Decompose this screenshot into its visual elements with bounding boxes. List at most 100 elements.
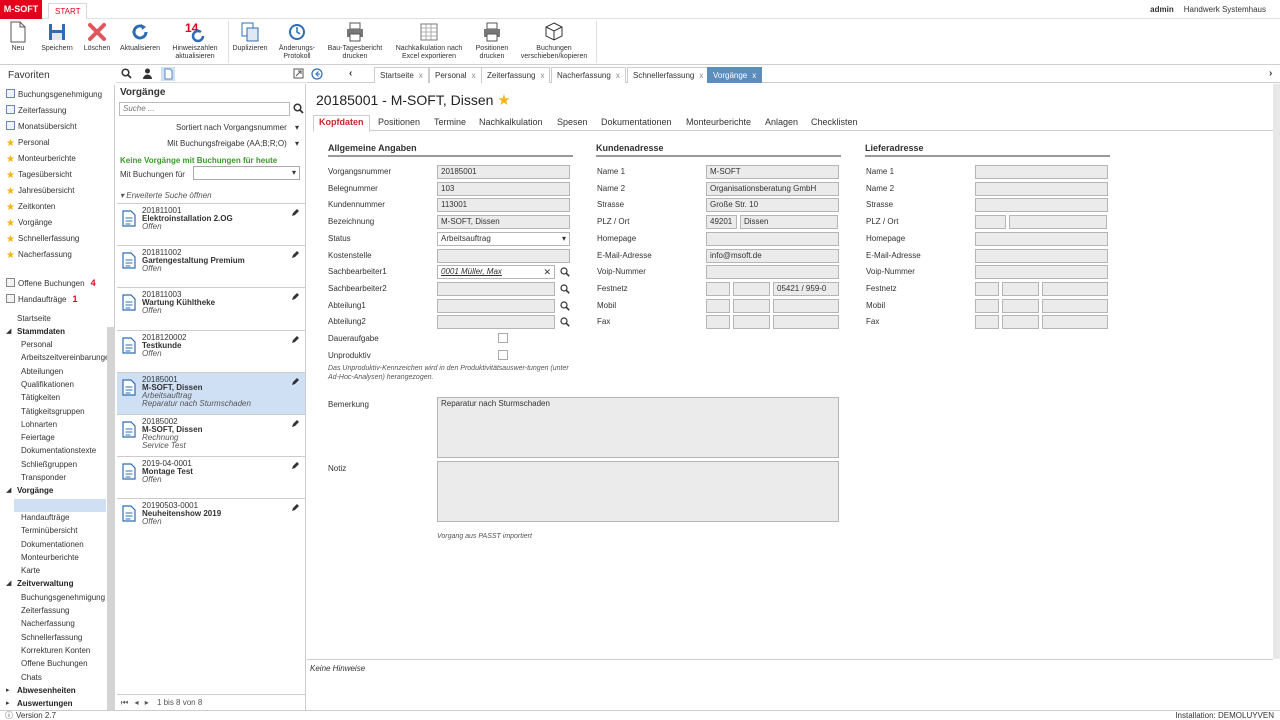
field-voip[interactable] xyxy=(706,265,839,280)
start-ribbon-tab[interactable]: START xyxy=(48,3,88,19)
refresh-button[interactable]: Aktualisieren xyxy=(116,21,164,63)
list-item[interactable]: 2019-04-0001 Montage Test Offen xyxy=(117,456,305,498)
mobil-country-field[interactable] xyxy=(706,298,730,313)
fest-country-field[interactable] xyxy=(706,281,730,296)
tree-group-auswertungen[interactable]: Auswertungen xyxy=(17,697,73,710)
favorite-item[interactable]: Offene Buchungen 4 xyxy=(6,276,96,290)
tree-item[interactable]: Korrekturen Konten xyxy=(21,644,90,657)
fax-country-field[interactable] xyxy=(975,315,999,330)
search-button-icon[interactable] xyxy=(293,103,304,116)
duplicate-button[interactable]: Duplizieren xyxy=(230,21,270,63)
list-item[interactable]: 201811001 Elektroinstallation 2.OG Offen xyxy=(117,203,305,245)
mobil-number-field[interactable] xyxy=(773,298,839,313)
subtab-kopfdaten[interactable]: Kopfdaten xyxy=(313,115,370,132)
unproduktiv-checkbox[interactable] xyxy=(498,350,508,360)
field-str[interactable]: Große Str. 10 xyxy=(706,198,839,213)
search-icon[interactable] xyxy=(560,267,570,279)
mobil-area-field[interactable] xyxy=(1002,298,1039,313)
person-filter-icon[interactable] xyxy=(142,68,153,81)
field-kunde[interactable]: 113001 xyxy=(437,198,570,213)
tab-scroll-right-icon[interactable]: › xyxy=(1269,68,1272,79)
save-button[interactable]: Speichern xyxy=(38,21,76,63)
field-name1[interactable] xyxy=(975,165,1108,179)
close-icon[interactable]: x xyxy=(419,71,423,80)
edit-pencil-icon[interactable] xyxy=(291,419,299,430)
field-str[interactable] xyxy=(975,198,1108,213)
tree-item[interactable]: Schnellerfassung xyxy=(21,631,82,644)
tree-item[interactable]: Lohnarten xyxy=(21,418,57,431)
list-item[interactable]: 20185002 M-SOFT, Dissen Rechnung Service Te… xyxy=(117,414,305,456)
tree-expand-icon[interactable]: ◢ xyxy=(6,577,11,590)
bemerkung-textarea[interactable]: Reparatur nach Sturmschaden xyxy=(437,397,839,458)
favorite-item[interactable]: Handaufträge 1 xyxy=(6,292,78,306)
subtab-checklisten[interactable]: Checklisten xyxy=(811,116,858,131)
user-name[interactable]: admin xyxy=(1150,5,1174,14)
plz-field[interactable]: 49201 xyxy=(706,215,737,230)
field-name2[interactable] xyxy=(975,181,1108,196)
favorite-item[interactable]: ★ Zeitkonten xyxy=(6,200,55,214)
field-name2[interactable]: Organisationsberatung GmbH xyxy=(706,181,839,196)
field-home[interactable] xyxy=(706,231,839,246)
prev-page-icon[interactable]: ◂ xyxy=(134,698,138,707)
close-icon[interactable]: x xyxy=(472,71,476,80)
search-input[interactable]: Suche ... xyxy=(119,102,290,116)
subtab-dokumentationen[interactable]: Dokumentationen xyxy=(601,116,672,131)
tab-nacherfassung[interactable]: Nacherfassung x xyxy=(551,67,626,83)
daueraufgabe-checkbox[interactable] xyxy=(498,333,508,343)
tree-item-startseite[interactable]: Startseite xyxy=(17,312,51,325)
tree-expand-icon[interactable]: ◢ xyxy=(6,325,11,338)
tree-group-abwesenheiten[interactable]: Abwesenheiten xyxy=(17,684,76,697)
favorite-star-icon[interactable]: ★ xyxy=(497,92,510,109)
field-email[interactable]: info@msoft.de xyxy=(706,248,839,263)
fest-number-field[interactable]: 05421 / 959-0 xyxy=(773,281,839,296)
mobil-country-field[interactable] xyxy=(975,298,999,313)
favorite-item[interactable]: ★ Vorgänge xyxy=(6,216,52,230)
first-page-icon[interactable]: ⏮ xyxy=(121,698,128,707)
list-item[interactable]: 2018120002 Testkunde Offen xyxy=(117,329,305,372)
tab-personal[interactable]: Personal x xyxy=(429,67,482,83)
close-icon[interactable]: x xyxy=(616,71,620,80)
main-scrollbar[interactable] xyxy=(1273,84,1280,659)
edit-pencil-icon[interactable] xyxy=(291,208,299,219)
mobil-area-field[interactable] xyxy=(733,298,770,313)
ort-field[interactable]: Dissen xyxy=(740,215,838,230)
field-beleg[interactable]: 103 xyxy=(437,181,570,196)
tab-startseite[interactable]: Startseite x xyxy=(374,67,429,83)
tree-item[interactable]: Karte xyxy=(21,564,40,577)
ort-field[interactable] xyxy=(1009,215,1107,230)
bookings-for-select[interactable]: ▾ xyxy=(193,166,300,180)
close-icon[interactable]: x xyxy=(540,71,544,80)
next-page-icon[interactable]: ▸ xyxy=(145,698,149,707)
change-log-button[interactable]: Änderungs-Protokoll xyxy=(274,21,320,63)
tree-item[interactable]: Handaufträge xyxy=(21,511,69,524)
list-item[interactable]: 20185001 M-SOFT, Dissen Arbeitsauftrag Repa… xyxy=(117,371,305,414)
print-positions-button[interactable]: Positionen drucken xyxy=(472,21,512,63)
tree-item[interactable]: Transponder xyxy=(21,471,66,484)
close-icon[interactable]: x xyxy=(699,71,703,80)
fest-number-field[interactable] xyxy=(1042,281,1108,296)
field-sb2[interactable] xyxy=(437,281,555,296)
field-abt2[interactable] xyxy=(437,315,555,330)
field-name1[interactable]: M-SOFT xyxy=(706,165,839,179)
favorite-item[interactable]: Monatsübersicht xyxy=(6,120,77,134)
tree-item[interactable]: Schließgruppen xyxy=(21,458,77,471)
tree-item[interactable]: Arbeitszeitvereinbarungen xyxy=(21,351,114,364)
edit-pencil-icon[interactable] xyxy=(291,292,299,303)
favorite-item[interactable]: Buchungsgenehmigung xyxy=(6,88,102,102)
tree-item[interactable]: Chats xyxy=(21,671,42,684)
fest-country-field[interactable] xyxy=(975,281,999,296)
new-button[interactable]: Neu xyxy=(2,21,34,63)
fest-area-field[interactable] xyxy=(1002,281,1039,296)
list-item[interactable]: 201811002 Gartengestaltung Premium Offen xyxy=(117,245,305,287)
list-item[interactable]: 201811003 Wartung Kühltheke Offen xyxy=(117,287,305,329)
fest-area-field[interactable] xyxy=(733,281,770,296)
tree-group-vorgaenge[interactable]: Vorgänge xyxy=(17,484,53,497)
tab-schnellerfassung[interactable]: Schnellerfassung x xyxy=(627,67,710,83)
favorite-item[interactable]: ★ Tagesübersicht xyxy=(6,168,72,182)
document-filter-icon[interactable] xyxy=(161,67,175,81)
edit-pencil-icon[interactable] xyxy=(291,250,299,261)
favorite-item[interactable]: ★ Monteurberichte xyxy=(6,152,76,166)
edit-pencil-icon[interactable] xyxy=(291,503,299,514)
subtab-nachkalkulation[interactable]: Nachkalkulation xyxy=(479,116,543,131)
field-vnr[interactable]: 20185001 xyxy=(437,165,570,179)
